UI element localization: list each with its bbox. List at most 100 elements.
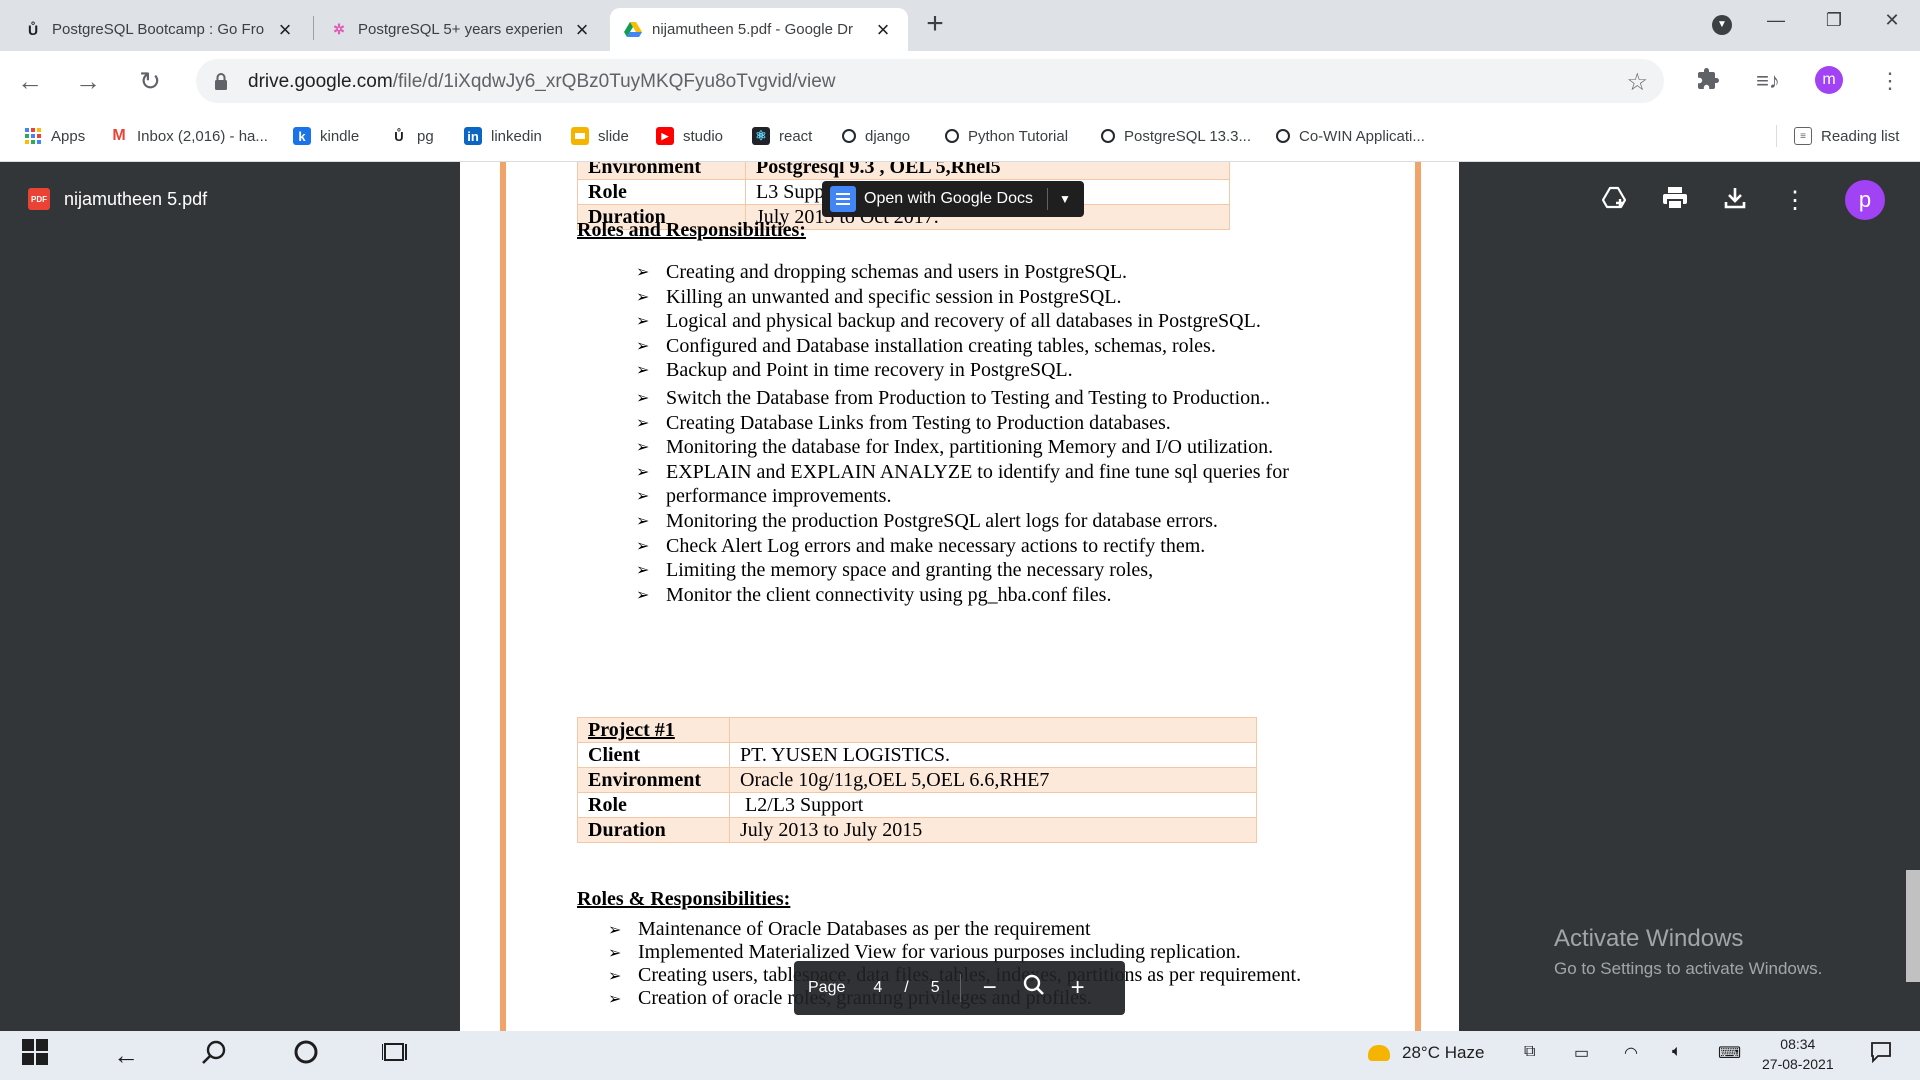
close-tab-icon[interactable]: × [571,18,593,41]
system-clock[interactable]: 08:34 27-08-2021 [1762,1034,1834,1074]
bookmark-star-icon[interactable]: ☆ [1626,68,1648,97]
pdf-viewer[interactable]: Environment Postgresql 9.3 , OEL 5,Rhel5… [0,162,1920,1031]
back-icon[interactable]: ← [14,65,46,97]
table-row: Client PT. YUSEN LOGISTICS. [577,742,1257,768]
chevron-down-icon[interactable]: ▼ [1048,192,1082,206]
page-border-left [500,162,506,1031]
tab-postgresql-experience[interactable]: ✲ PostgreSQL 5+ years experienc × [316,8,607,51]
table-row: Environment Postgresql 9.3 , OEL 5,Rhel5 [577,162,1230,180]
new-tab-button[interactable]: + [921,9,949,39]
url-text: drive.google.com/file/d/1iXqdwJy6_xrQBz0… [248,71,836,93]
extensions-icon[interactable] [1694,67,1722,95]
list-item: Maintenance of Oracle Databases as per t… [608,918,1301,941]
responsibilities-list: Creating and dropping schemas and users … [636,260,1261,383]
activate-title: Activate Windows [1554,925,1744,952]
list-item: Creating Database Links from Testing to … [636,411,1289,436]
file-name: nijamutheen 5.pdf [64,188,208,209]
bookmark-linkedin[interactable]: in linkedin [464,124,542,148]
media-control-icon[interactable]: ≡♪ [1754,67,1782,95]
bookmark-label: Python Tutorial [968,127,1069,145]
wifi-icon[interactable]: ◠ [1624,1043,1638,1063]
bookmark-cowin[interactable]: Co-WIN Applicati... [1276,124,1425,148]
search-icon[interactable] [196,1039,232,1071]
bookmark-label: studio [683,127,724,145]
reading-list-button[interactable]: ≡ Reading list [1794,124,1899,148]
table-key: Environment [577,767,730,793]
table-key: Environment [577,162,746,180]
project-table: Project #1 Client PT. YUSEN LOGISTICS. E… [577,717,1257,843]
scrollbar-thumb[interactable] [1906,870,1920,982]
close-tab-icon[interactable]: × [872,18,894,41]
restore-icon[interactable]: ❐ [1814,6,1854,34]
notifications-icon[interactable] [1870,1041,1892,1068]
minimize-icon[interactable]: — [1756,6,1796,34]
bookmark-kindle[interactable]: k kindle [293,124,359,148]
bookmark-django[interactable]: django [842,124,910,148]
table-key: Duration [577,817,730,843]
print-icon[interactable] [1660,186,1690,216]
tab-title: PostgreSQL 5+ years experienc [358,21,563,38]
table-row: Project #1 [577,717,1257,743]
task-view-icon[interactable] [378,1039,414,1071]
bookmark-inbox[interactable]: M Inbox (2,016) - ha... [110,124,268,148]
open-with-google-docs-button[interactable]: Open with Google Docs ▼ [822,181,1084,217]
weather-widget[interactable]: 28°C Haze [1368,1043,1484,1063]
url-host: drive.google.com [248,71,393,92]
bookmark-slide[interactable]: slide [571,124,629,148]
tab-search-icon[interactable]: ▼ [1712,15,1732,35]
reload-icon[interactable]: ↻ [134,65,166,97]
roles-heading: Roles and Responsibilities: [577,219,806,241]
battery-icon[interactable]: ▭ [1574,1043,1589,1063]
meet-now-icon[interactable]: ⧉ [1524,1043,1535,1061]
tab-postgresql-bootcamp[interactable]: Ů PostgreSQL Bootcamp : Go Fro × [10,8,310,51]
udemy-icon: Ů [27,21,39,38]
list-item: Creating and dropping schemas and users … [636,260,1261,285]
tab-nijamutheen-pdf[interactable]: nijamutheen 5.pdf - Google Dr × [610,8,908,51]
download-icon[interactable] [1720,186,1750,216]
bookmark-label: django [865,127,911,145]
chrome-menu-icon[interactable]: ⋮ [1876,67,1904,95]
windows-start-icon[interactable] [20,1039,50,1071]
reading-list-icon: ≡ [1794,127,1812,145]
page-border-right [1415,162,1421,1031]
cortana-icon[interactable] [288,1039,324,1071]
page-number-input[interactable]: 4 [873,979,882,997]
youtube-icon: ▶ [656,127,674,145]
bookmark-python-tutorial[interactable]: Python Tutorial [945,124,1068,148]
bookmark-label: kindle [320,127,360,145]
table-value: PT. YUSEN LOGISTICS. [729,742,1257,768]
bookmark-label: slide [598,127,629,145]
bookmark-label: linkedin [491,127,542,145]
close-window-icon[interactable]: ✕ [1872,6,1912,34]
keyboard-icon[interactable]: ⌨ [1718,1043,1741,1063]
address-bar[interactable]: drive.google.com/file/d/1iXqdwJy6_xrQBz0… [196,59,1664,103]
back-arrow-icon[interactable]: ← [108,1039,144,1071]
list-item: Switch the Database from Production to T… [636,386,1289,411]
bookmark-pg[interactable]: Ůpg [390,124,433,148]
more-options-icon[interactable]: ⋮ [1780,186,1810,216]
list-item: Killing an unwanted and specific session… [636,285,1261,310]
add-to-drive-icon[interactable] [1600,186,1630,216]
table-value: L2/L3 Support [729,792,1257,818]
lock-icon [215,73,227,90]
table-row: Duration July 2013 to July 2015 [577,817,1257,843]
pdf-file-icon: PDF [28,188,50,210]
volume-icon[interactable]: 🔈︎ [1672,1043,1682,1061]
reading-list-label: Reading list [1821,127,1900,145]
weather-haze-icon [1368,1045,1390,1061]
zoom-out-icon[interactable]: − [975,974,1005,1002]
kindle-icon: k [293,127,311,145]
bookmark-apps[interactable]: Apps [24,124,85,148]
bookmark-postgresql[interactable]: PostgreSQL 13.3... [1101,124,1251,148]
forward-icon[interactable]: → [72,65,104,97]
bookmark-studio[interactable]: ▶ studio [656,124,723,148]
bookmark-label: PostgreSQL 13.3... [1124,127,1252,145]
profile-avatar[interactable]: m [1815,66,1843,94]
zoom-in-icon[interactable]: + [1063,974,1093,1002]
list-item: Logical and physical backup and recovery… [636,309,1261,334]
close-tab-icon[interactable]: × [274,18,296,41]
github-icon [842,129,856,143]
bookmark-react[interactable]: ⚛ react [752,124,812,148]
clock-time: 08:34 [1780,1036,1816,1052]
account-avatar[interactable]: p [1845,180,1885,220]
